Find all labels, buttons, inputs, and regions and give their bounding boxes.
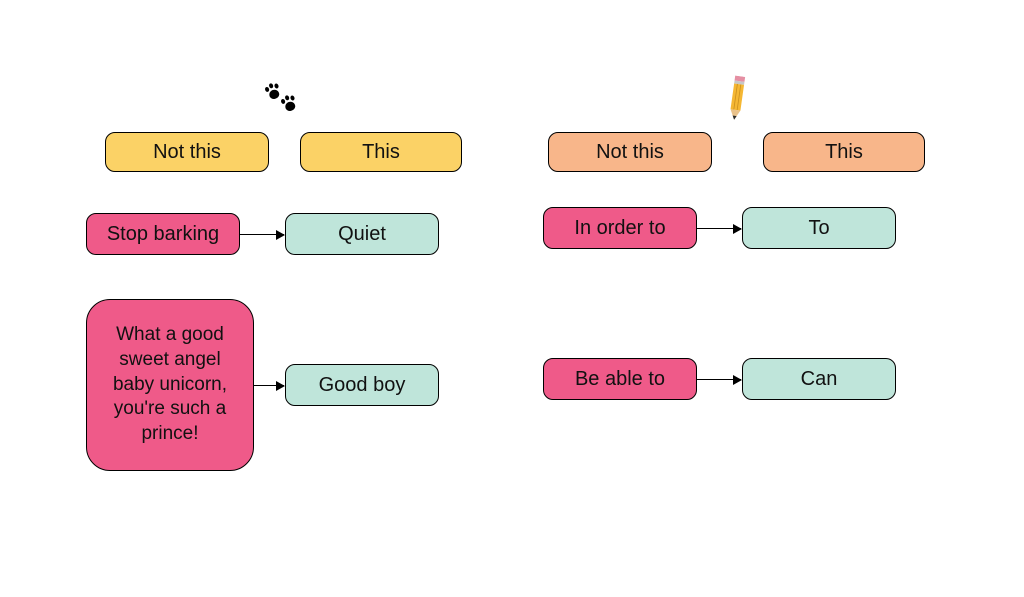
diagram-canvas: Not this This Stop barking Quiet What a …: [0, 0, 1024, 597]
arrow-icon: [697, 379, 741, 380]
arrow-icon: [697, 228, 741, 229]
left-good-1: Quiet: [285, 213, 439, 255]
pencil-icon: [724, 75, 750, 123]
right-header-not-this: Not this: [548, 132, 712, 172]
arrow-icon: [254, 385, 284, 386]
right-bad-1: In order to: [543, 207, 697, 249]
left-header-not-this: Not this: [105, 132, 269, 172]
arrow-icon: [240, 234, 284, 235]
right-good-2: Can: [742, 358, 896, 400]
left-bad-2: What a good sweet angel baby unicorn, yo…: [86, 299, 254, 471]
right-header-this: This: [763, 132, 925, 172]
left-bad-1: Stop barking: [86, 213, 240, 255]
left-header-this: This: [300, 132, 462, 172]
right-good-1: To: [742, 207, 896, 249]
left-good-2: Good boy: [285, 364, 439, 406]
right-bad-2: Be able to: [543, 358, 697, 400]
